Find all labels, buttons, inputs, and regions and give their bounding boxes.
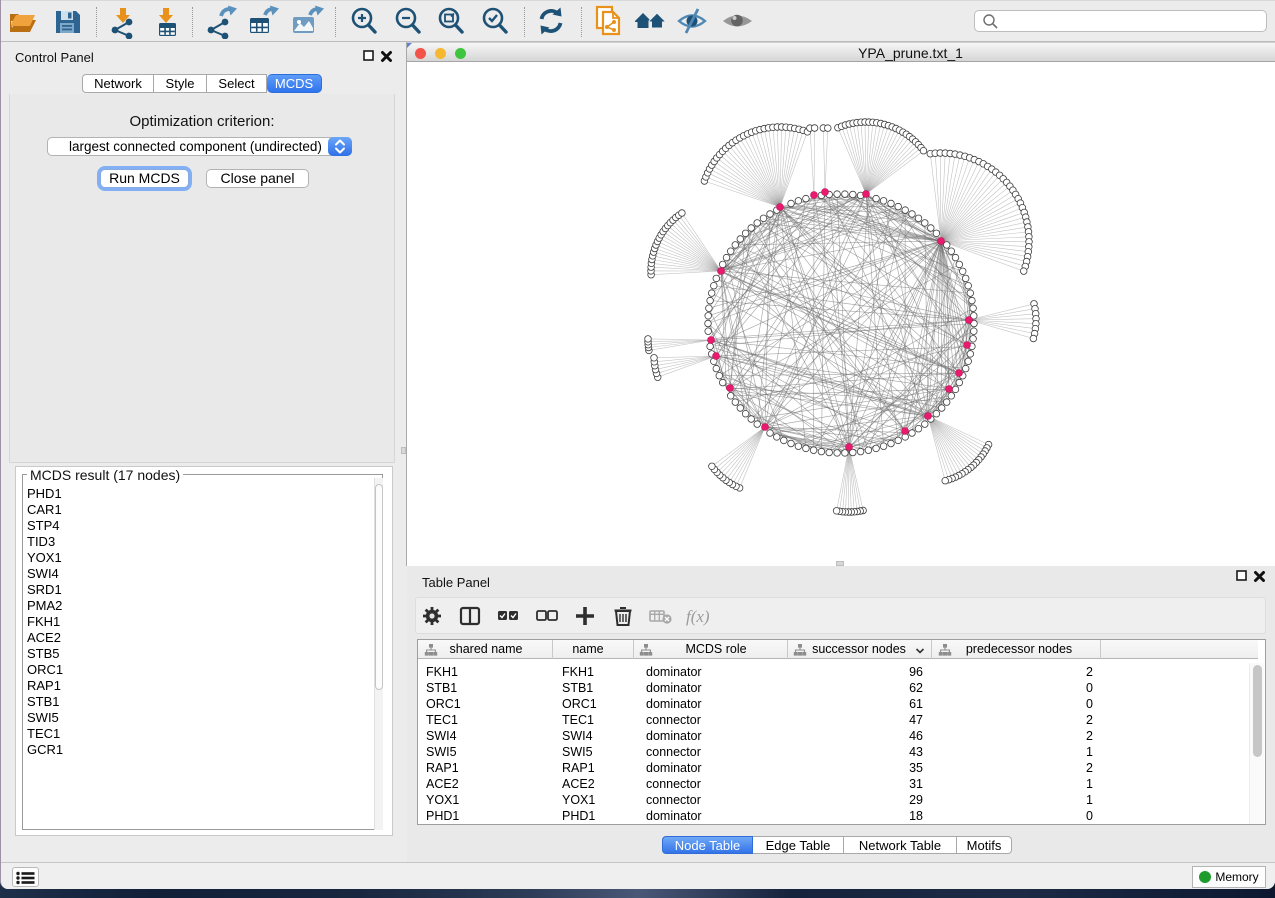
svg-text:f(x): f(x) (686, 607, 710, 626)
